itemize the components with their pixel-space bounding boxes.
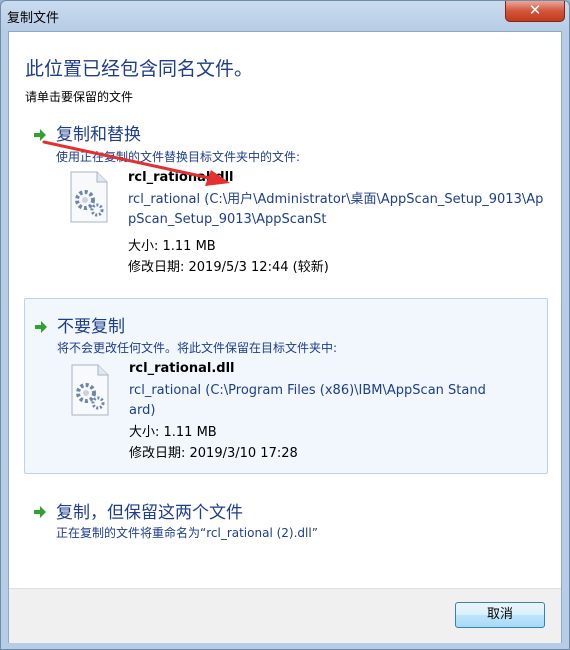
green-arrow-icon xyxy=(34,506,46,518)
file-name: rcl_rational.dll xyxy=(129,361,235,376)
green-arrow-icon xyxy=(35,321,47,333)
option-copy-and-replace[interactable]: 复制和替换 使用正在复制的文件替换目标文件夹中的文件: rcl_rational… xyxy=(24,118,548,276)
close-button[interactable]: ✕ xyxy=(505,1,565,22)
option-description: 正在复制的文件将重命名为“rcl_rational (2).dll” xyxy=(56,526,318,540)
cancel-button[interactable]: 取消 xyxy=(455,602,545,628)
title-bar[interactable]: 复制文件 ✕ xyxy=(1,1,569,31)
option-description: 将不会更改任何文件。将此文件保留在目标文件夹中: xyxy=(57,341,338,355)
dll-file-icon xyxy=(70,171,108,223)
file-size: 大小: 1.11 MB xyxy=(129,425,217,440)
dialog-body: 此位置已经包含同名文件。 请单击要保留的文件 复制和替换 使用正在复制的文件替换… xyxy=(8,31,562,643)
option-title: 复制和替换 xyxy=(56,125,141,145)
copy-file-dialog: 复制文件 ✕ 此位置已经包含同名文件。 请单击要保留的文件 复制和替换 使用正在… xyxy=(0,0,570,650)
file-size: 大小: 1.11 MB xyxy=(128,239,216,254)
option-do-not-copy[interactable]: 不要复制 将不会更改任何文件。将此文件保留在目标文件夹中: rcl_ration… xyxy=(24,298,548,474)
option-description: 使用正在复制的文件替换目标文件夹中的文件: xyxy=(56,150,301,164)
file-path: rcl_rational (C:\用户\Administrator\桌面\App… xyxy=(128,192,544,227)
close-icon: ✕ xyxy=(528,1,542,19)
file-path: rcl_rational (C:\Program Files (x86)\IBM… xyxy=(129,383,486,418)
file-name: rcl_rational.dll xyxy=(128,170,234,185)
option-title: 不要复制 xyxy=(57,317,125,337)
dll-file-icon xyxy=(71,364,109,416)
green-arrow-icon xyxy=(34,129,46,141)
option-copy-keep-both[interactable]: 复制，但保留这两个文件 正在复制的文件将重命名为“rcl_rational (2… xyxy=(24,492,548,548)
dialog-subheading: 请单击要保留的文件 xyxy=(25,90,134,104)
window-title: 复制文件 xyxy=(7,11,60,26)
dialog-footer: 取消 xyxy=(9,588,561,643)
file-modified-date: 修改日期: 2019/5/3 12:44 (较新) xyxy=(128,260,329,275)
file-modified-date: 修改日期: 2019/3/10 17:28 xyxy=(129,446,298,461)
dialog-heading: 此位置已经包含同名文件。 xyxy=(25,58,254,80)
option-title: 复制，但保留这两个文件 xyxy=(56,503,243,523)
